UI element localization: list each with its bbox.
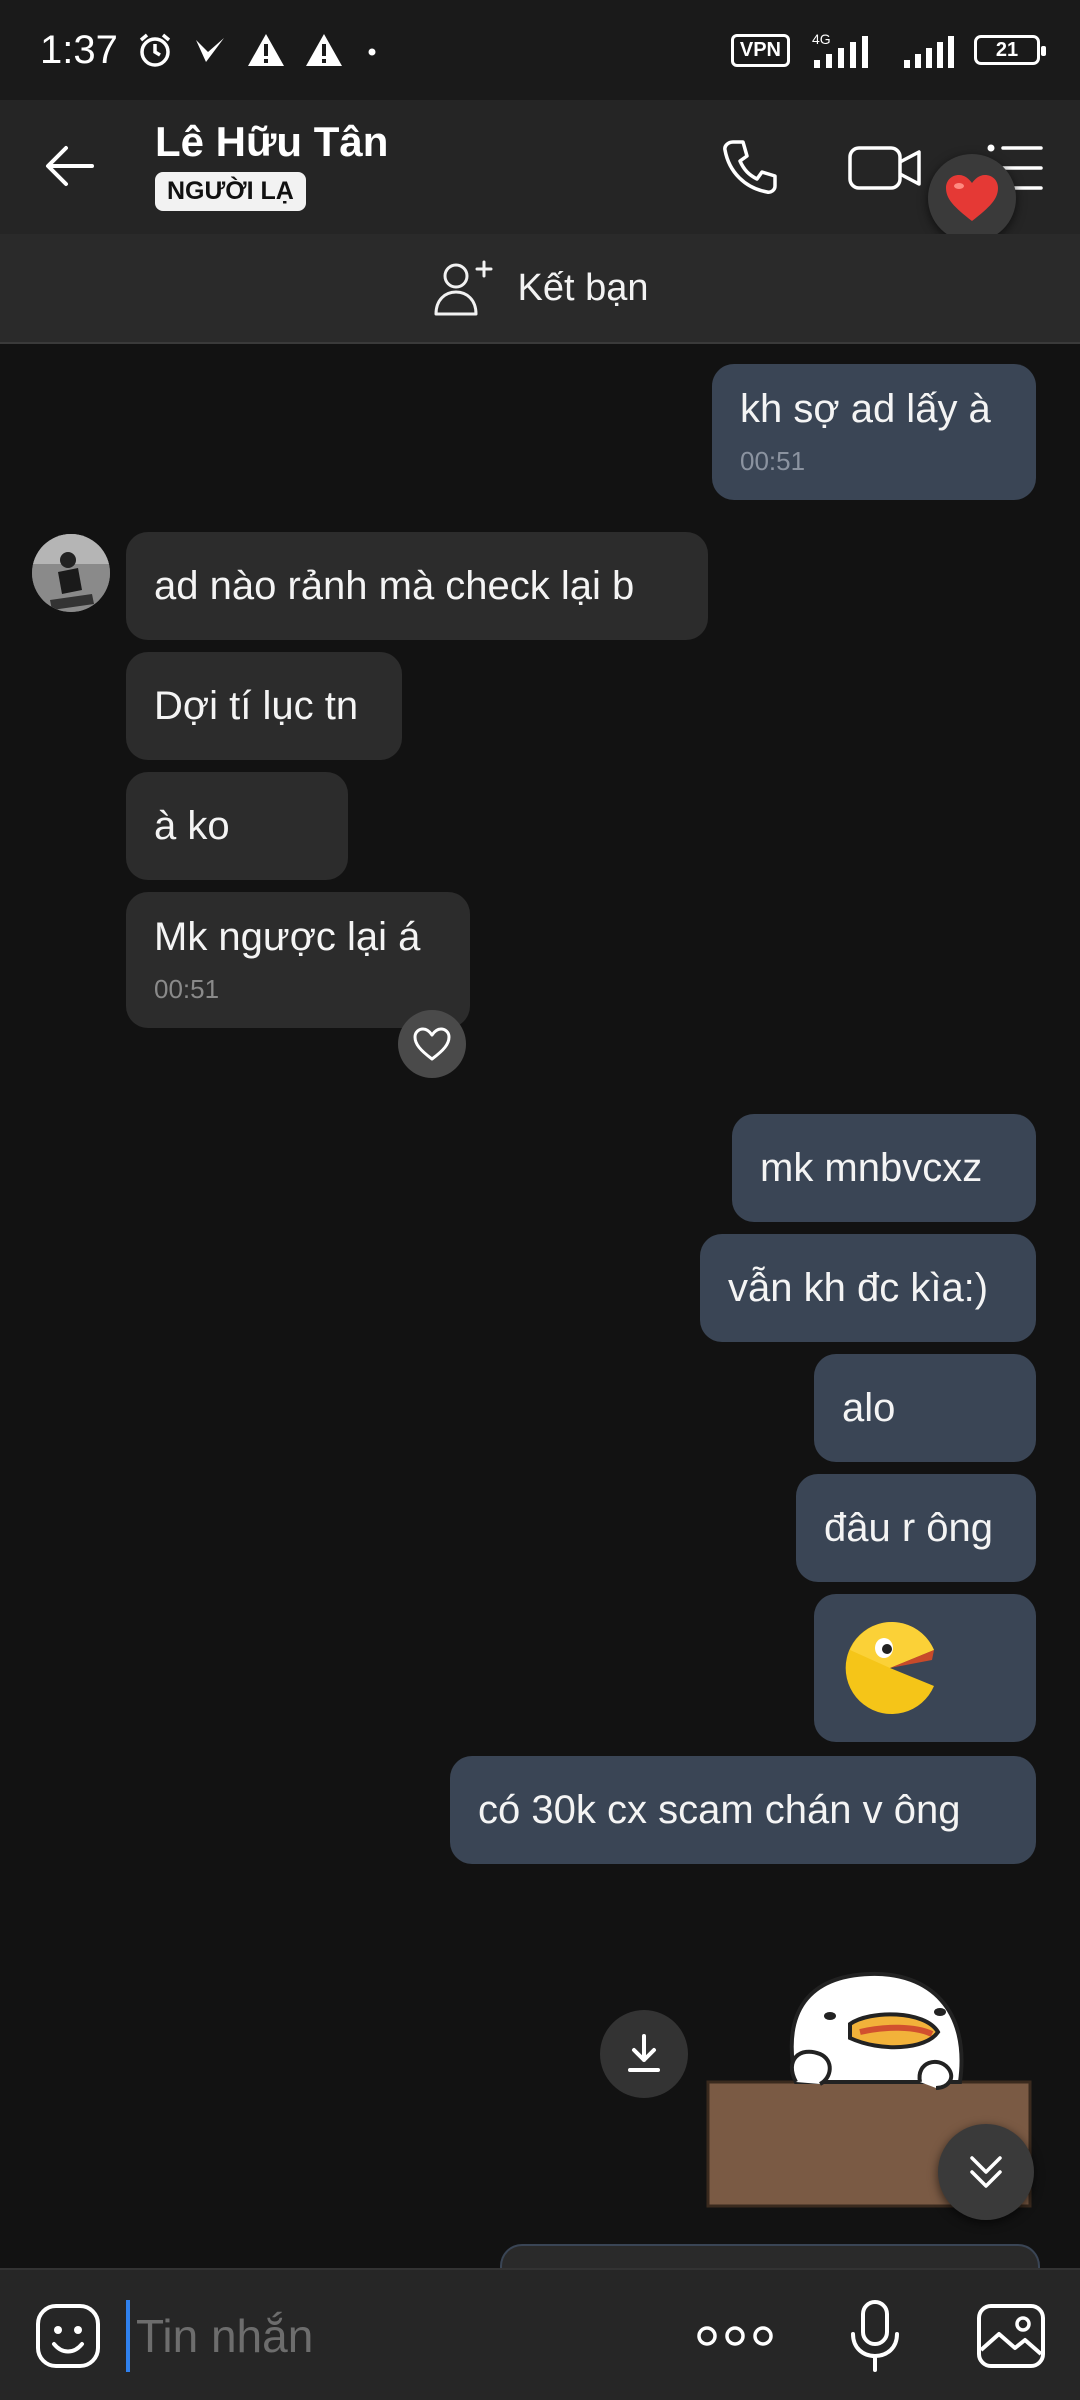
- message-bubble-out[interactable]: vẫn kh đc kìa:): [700, 1234, 1036, 1342]
- warning-icon: [247, 34, 284, 66]
- back-button[interactable]: [40, 136, 100, 196]
- avatar[interactable]: [32, 534, 110, 612]
- double-chevron-down-icon: [970, 2156, 1002, 2188]
- alarm-icon: [139, 33, 170, 67]
- network-label: 4G: [812, 31, 831, 47]
- chat-header: Lê Hữu Tân NGƯỜI LẠ: [0, 100, 1080, 234]
- add-friend-bar[interactable]: Kết bạn: [0, 234, 1080, 344]
- download-icon: [628, 2034, 660, 2072]
- check-notification-icon: [195, 38, 224, 62]
- video-call-button[interactable]: [845, 132, 925, 202]
- message-bubble-in[interactable]: Dợi tí lục tn: [126, 652, 402, 760]
- video-camera-icon: [848, 146, 921, 190]
- message-text: mk mnbvcxz: [760, 1145, 983, 1190]
- message-time: 00:51: [154, 974, 220, 1004]
- react-like-button[interactable]: [398, 1010, 466, 1078]
- status-right: VPN 4G 21: [730, 30, 1046, 70]
- message-text: kh sợ ad lấy à: [740, 387, 991, 431]
- scroll-to-bottom-button[interactable]: [938, 2124, 1034, 2220]
- message-input[interactable]: [126, 2300, 646, 2372]
- pacman-emoji-icon: [845, 1622, 934, 1714]
- message-bubble-out[interactable]: kh sợ ad lấy à 00:51: [712, 364, 1036, 500]
- heart-icon: [946, 175, 998, 221]
- message-bubble-in[interactable]: à ko: [126, 772, 348, 880]
- status-time: 1:37: [40, 27, 118, 72]
- status-left: 1:37: [40, 28, 382, 73]
- warning-icon-2: [305, 34, 342, 66]
- message-bubble-out[interactable]: có 30k cx scam chán v ông: [450, 1756, 1036, 1864]
- sticker-emoji-icon: [36, 2304, 100, 2368]
- message-bubble-out[interactable]: đâu r ông: [796, 1474, 1036, 1582]
- message-text: alo: [842, 1385, 896, 1430]
- more-dots-icon: [697, 2326, 773, 2346]
- battery-indicator: 21: [974, 35, 1046, 65]
- microphone-icon: [851, 2300, 899, 2372]
- vpn-badge: VPN: [730, 33, 790, 67]
- dot-icon: [368, 48, 376, 56]
- download-sticker-button[interactable]: [600, 2010, 688, 2098]
- floating-heart-button[interactable]: [928, 154, 1016, 242]
- add-friend-label: Kết bạn: [517, 266, 649, 309]
- voice-call-button[interactable]: [715, 132, 785, 202]
- message-text: có 30k cx scam chán v ông: [478, 1787, 961, 1832]
- message-text: Dợi tí lục tn: [154, 683, 359, 728]
- phone-icon: [723, 140, 777, 194]
- heart-outline-icon: [413, 1027, 451, 1061]
- message-composer: [0, 2268, 1080, 2400]
- more-options-button[interactable]: [695, 2316, 775, 2356]
- stranger-badge: NGƯỜI LẠ: [155, 172, 306, 211]
- message-time: 00:51: [740, 446, 806, 476]
- arrow-left-icon: [46, 146, 94, 186]
- message-text: à ko: [154, 803, 230, 848]
- avatar-image: [32, 534, 110, 612]
- emoji-message-bubble[interactable]: [814, 1594, 1036, 1742]
- voice-record-button[interactable]: [845, 2298, 905, 2374]
- message-text: vẫn kh đc kìa:): [728, 1265, 989, 1310]
- add-user-icon: [434, 260, 492, 316]
- message-bubble-in[interactable]: Mk ngược lại á 00:51: [126, 892, 470, 1028]
- message-text: ad nào rảnh mà check lại b: [154, 563, 635, 608]
- message-bubble-in[interactable]: ad nào rảnh mà check lại b: [126, 532, 708, 640]
- image-gallery-icon: [977, 2304, 1045, 2368]
- message-bubble-out[interactable]: mk mnbvcxz: [732, 1114, 1036, 1222]
- signal-icon: [904, 36, 954, 68]
- message-bubble-out[interactable]: alo: [814, 1354, 1036, 1462]
- signal-4g-icon: 4G: [812, 31, 868, 68]
- message-text: Mk ngược lại á: [154, 915, 421, 959]
- emoji-button[interactable]: [34, 2302, 102, 2370]
- message-text: đâu r ông: [824, 1505, 994, 1550]
- image-picker-button[interactable]: [975, 2302, 1047, 2370]
- contact-name[interactable]: Lê Hữu Tân: [155, 118, 388, 166]
- status-bar: 1:37 VPN 4G 21: [0, 0, 1080, 100]
